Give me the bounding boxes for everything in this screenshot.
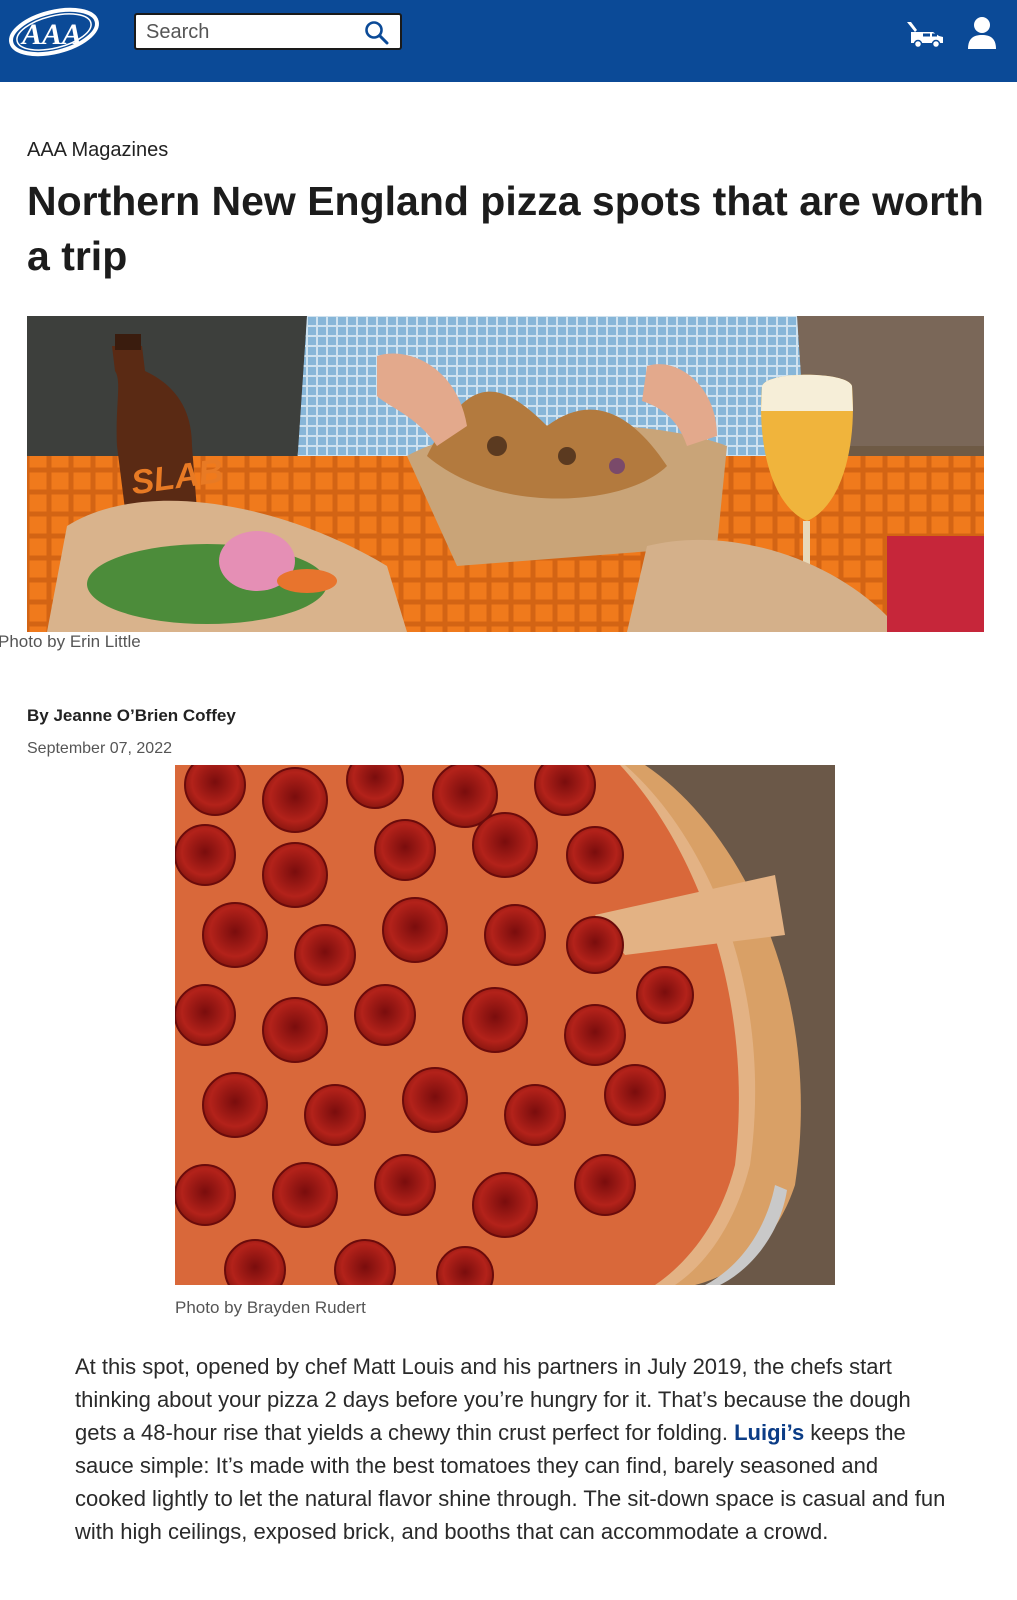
pizza-photo-credit: Photo by Brayden Rudert xyxy=(175,1298,366,1317)
pepperoni-pizza-photo xyxy=(175,765,835,1285)
hero-photo-credit: Photo by Erin Little xyxy=(0,632,141,651)
luigis-link[interactable]: Luigi’s xyxy=(734,1420,804,1445)
article-paragraph: At this spot, opened by chef Matt Louis … xyxy=(75,1350,955,1548)
tow-truck-icon[interactable] xyxy=(905,18,945,48)
search-box[interactable] xyxy=(134,13,402,50)
publish-date: September 07, 2022 xyxy=(27,740,172,757)
search-input[interactable] xyxy=(144,19,358,46)
author-byline: By Jeanne O’Brien Coffey xyxy=(27,706,236,725)
site-header: AAA xyxy=(0,0,1017,82)
search-icon[interactable] xyxy=(364,20,390,46)
aaa-logo[interactable]: AAA xyxy=(6,2,106,60)
magazine-kicker[interactable]: AAA Magazines xyxy=(27,139,168,162)
hero-photo-pizza-table: SLAB xyxy=(27,316,984,632)
page-title: Northern New England pizza spots that ar… xyxy=(27,178,984,279)
svg-text:AAA: AAA xyxy=(20,18,82,51)
user-account-icon[interactable] xyxy=(966,16,998,50)
